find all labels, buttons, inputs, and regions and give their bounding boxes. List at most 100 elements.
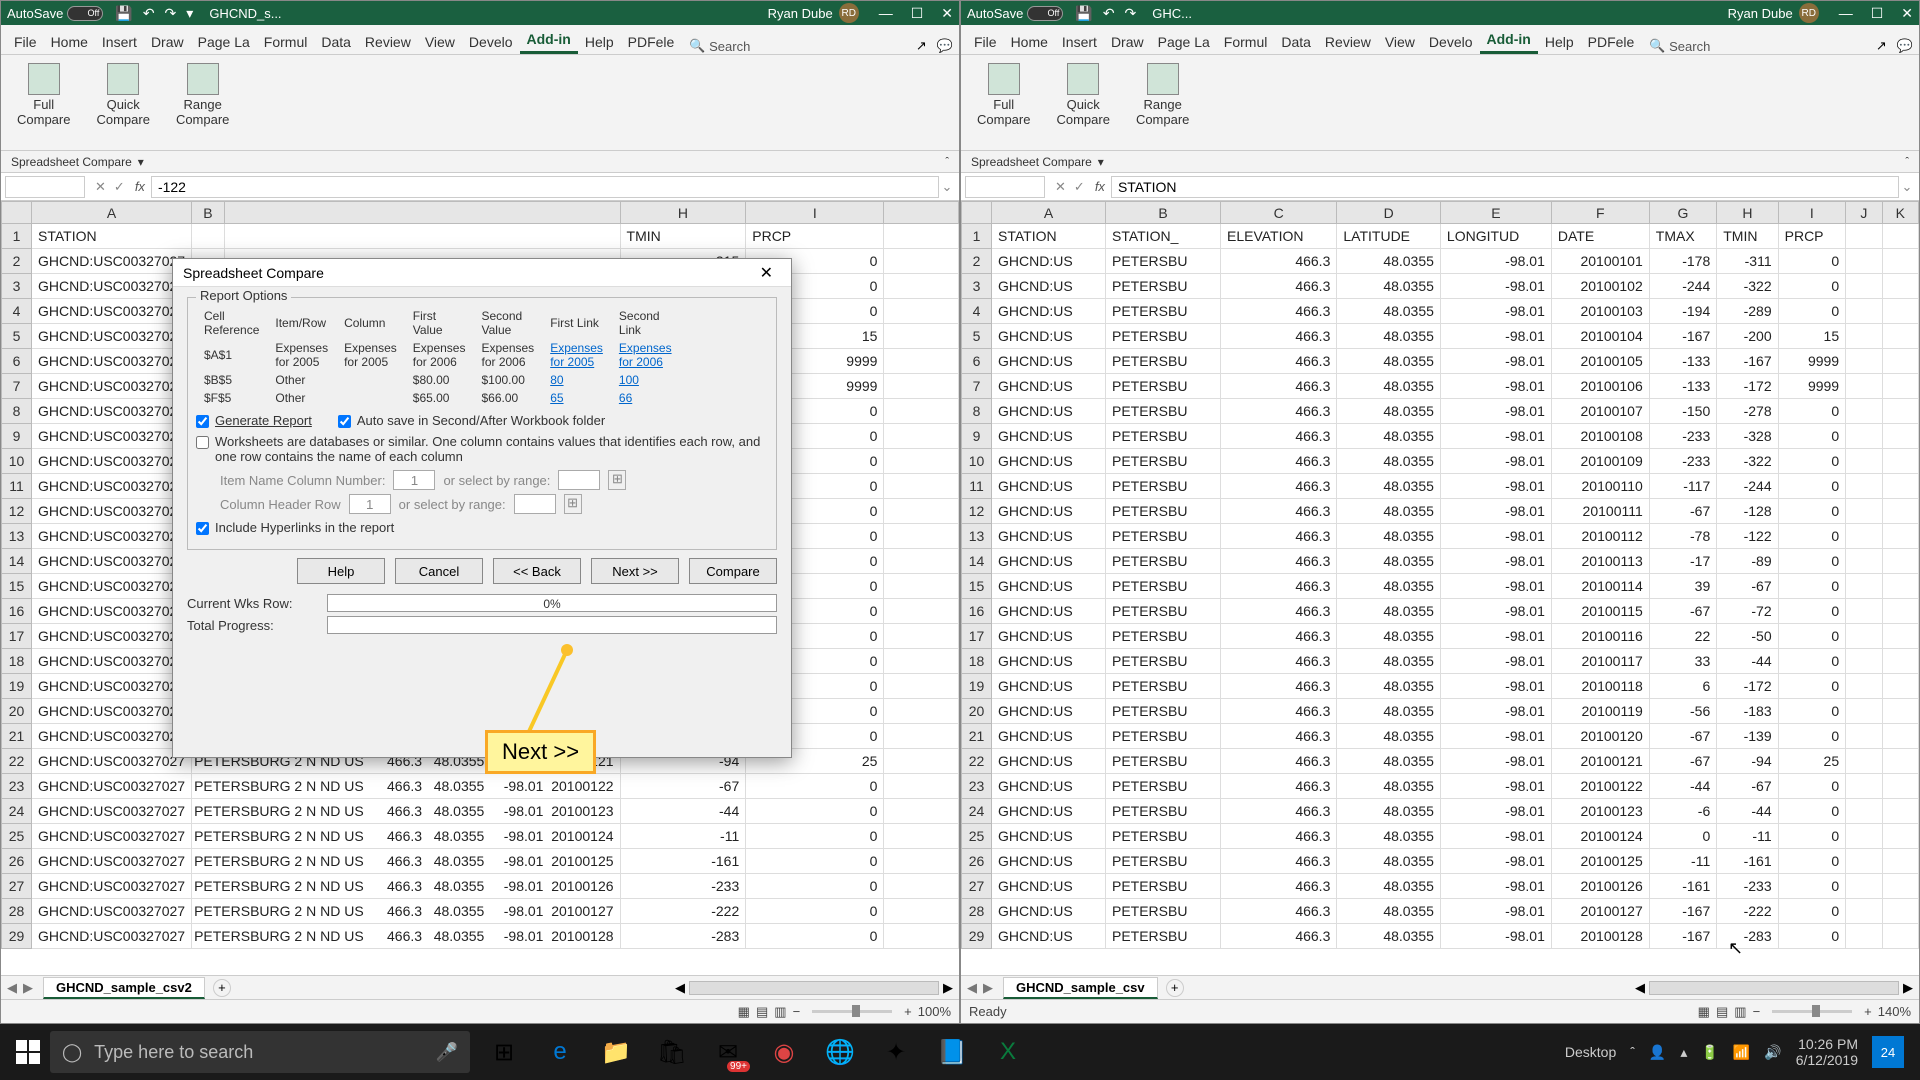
share-icon[interactable]: ↗ <box>1876 38 1887 54</box>
mail-icon[interactable]: ✉99+ <box>704 1028 752 1076</box>
table-row[interactable]: 17GHCND:USPETERSBU466.348.0355-98.012010… <box>962 624 1919 649</box>
col-header[interactable]: D <box>1337 202 1441 224</box>
ribbon-full-compare[interactable]: FullCompare <box>11 61 76 144</box>
table-row[interactable]: 26GHCND:USPETERSBU466.348.0355-98.012010… <box>962 849 1919 874</box>
share-icon[interactable]: ↗ <box>916 38 927 54</box>
help-button[interactable]: Help <box>297 558 385 584</box>
table-row[interactable]: 16GHCND:USPETERSBU466.348.0355-98.012010… <box>962 599 1919 624</box>
notification-icon[interactable]: 24 <box>1872 1036 1904 1068</box>
ribbon-tab-review[interactable]: Review <box>358 30 418 54</box>
col-header[interactable]: I <box>1778 202 1845 224</box>
ribbon-tab-develo[interactable]: Develo <box>462 30 520 54</box>
view-break-icon[interactable]: ▥ <box>774 1004 786 1020</box>
autosave-second-checkbox[interactable] <box>338 415 351 428</box>
table-row[interactable]: 8GHCND:USPETERSBU466.348.0355-98.0120100… <box>962 399 1919 424</box>
sheet-tab-left[interactable]: GHCND_sample_csv2 <box>43 977 205 999</box>
formula-input-right[interactable] <box>1111 176 1899 198</box>
expand-formula-icon[interactable]: ⌄ <box>939 179 955 195</box>
app3-icon[interactable]: 📘 <box>928 1028 976 1076</box>
clock[interactable]: 10:26 PM 6/12/2019 <box>1796 1036 1858 1068</box>
add-sheet-button[interactable]: + <box>213 979 231 997</box>
table-row[interactable]: 13GHCND:USPETERSBU466.348.0355-98.012010… <box>962 524 1919 549</box>
ribbon-tab-draw[interactable]: Draw <box>144 30 191 54</box>
range-picker-icon[interactable]: ⊞ <box>564 494 582 514</box>
ribbon-tab-file[interactable]: File <box>967 30 1004 54</box>
app-icon[interactable]: ◉ <box>760 1028 808 1076</box>
autosave-toggle-r[interactable]: Off <box>1027 6 1063 21</box>
view-normal-icon[interactable]: ▦ <box>738 1004 750 1020</box>
table-row[interactable]: 2GHCND:USPETERSBU466.348.0355-98.0120100… <box>962 249 1919 274</box>
enter-fx-icon[interactable]: ✓ <box>1074 179 1085 195</box>
people-icon[interactable]: 👤 <box>1649 1044 1666 1061</box>
undo-icon[interactable]: ↶ <box>1103 5 1115 22</box>
ribbon-tab-view[interactable]: View <box>418 30 462 54</box>
ribbon-tab-add-in[interactable]: Add-in <box>520 27 578 54</box>
table-row[interactable]: 20GHCND:USPETERSBU466.348.0355-98.012010… <box>962 699 1919 724</box>
search-icon[interactable]: 🔍 <box>1649 38 1665 54</box>
table-row[interactable]: 4GHCND:USPETERSBU466.348.0355-98.0120100… <box>962 299 1919 324</box>
cancel-fx-icon[interactable]: ✕ <box>95 179 106 195</box>
zoom-level-right[interactable]: 140% <box>1878 1004 1911 1019</box>
worksheets-db-checkbox[interactable] <box>196 436 209 449</box>
comments-icon[interactable]: 💬 <box>1897 38 1913 54</box>
edge-icon[interactable]: e <box>536 1028 584 1076</box>
sheet-next-icon[interactable]: ▶ <box>23 980 33 996</box>
user-badge-right[interactable]: RD <box>1799 3 1819 23</box>
enter-fx-icon[interactable]: ✓ <box>114 179 125 195</box>
ribbon-range-compare[interactable]: RangeCompare <box>170 61 235 144</box>
col-header[interactable]: A <box>992 202 1106 224</box>
taskbar-search[interactable]: ◯ Type here to search 🎤 <box>50 1031 470 1073</box>
close-icon[interactable]: ✕ <box>941 5 953 22</box>
view-break-icon[interactable]: ▥ <box>1734 1004 1746 1020</box>
ribbon-tab-home[interactable]: Home <box>44 30 95 54</box>
ribbon-tab-pdfele[interactable]: PDFele <box>621 30 682 54</box>
name-box-left[interactable] <box>5 176 85 198</box>
generate-report-checkbox[interactable] <box>196 415 209 428</box>
table-row[interactable]: 11GHCND:USPETERSBU466.348.0355-98.012010… <box>962 474 1919 499</box>
tray-expand-icon[interactable]: ˆ <box>1630 1044 1635 1060</box>
header-cell[interactable]: STATION_ <box>1105 224 1220 249</box>
ribbon-tab-home[interactable]: Home <box>1004 30 1055 54</box>
table-row[interactable]: 7GHCND:USPETERSBU466.348.0355-98.0120100… <box>962 374 1919 399</box>
col-header[interactable]: F <box>1551 202 1649 224</box>
redo-icon[interactable]: ↷ <box>165 5 177 22</box>
fx-icon[interactable]: fx <box>1095 179 1105 194</box>
chrome-icon[interactable]: 🌐 <box>816 1028 864 1076</box>
ribbon-tab-draw[interactable]: Draw <box>1104 30 1151 54</box>
qat-icon[interactable]: ▾ <box>186 5 193 22</box>
formula-input-left[interactable] <box>151 176 939 198</box>
battery-icon[interactable]: 🔋 <box>1701 1044 1718 1061</box>
ribbon-tab-help[interactable]: Help <box>1538 30 1581 54</box>
explorer-icon[interactable]: 📁 <box>592 1028 640 1076</box>
ribbon-tab-data[interactable]: Data <box>1274 30 1318 54</box>
row-header[interactable]: 1 <box>962 224 992 249</box>
col-header[interactable]: B <box>1105 202 1220 224</box>
table-row[interactable]: 22GHCND:USPETERSBU466.348.0355-98.012010… <box>962 749 1919 774</box>
table-row[interactable]: 27GHCND:USPETERSBU466.348.0355-98.012010… <box>962 874 1919 899</box>
include-hyperlinks-checkbox[interactable] <box>196 522 209 535</box>
mic-icon[interactable]: 🎤 <box>436 1042 458 1063</box>
ribbon-tab-develo[interactable]: Develo <box>1422 30 1480 54</box>
view-normal-icon[interactable]: ▦ <box>1698 1004 1710 1020</box>
table-row[interactable]: 28GHCND:USC00327027PETERSBURG 2 N ND US … <box>2 899 959 924</box>
ribbon-tab-pagela[interactable]: Page La <box>191 30 257 54</box>
hscroll-right-icon[interactable]: ▶ <box>1903 980 1913 996</box>
view-page-icon[interactable]: ▤ <box>1716 1004 1728 1020</box>
table-row[interactable]: 23GHCND:USC00327027PETERSBURG 2 N ND US … <box>2 774 959 799</box>
cancel-button[interactable]: Cancel <box>395 558 483 584</box>
table-row[interactable]: 29GHCND:USPETERSBU466.348.0355-98.012010… <box>962 924 1919 949</box>
header-cell[interactable]: PRCP <box>1778 224 1845 249</box>
minimize-icon[interactable]: — <box>879 5 893 22</box>
col-header[interactable]: K <box>1882 202 1918 224</box>
ribbon-collapse-icon[interactable]: ˆ <box>945 156 949 168</box>
table-row[interactable]: 9GHCND:USPETERSBU466.348.0355-98.0120100… <box>962 424 1919 449</box>
hscroll-left-icon[interactable]: ◀ <box>675 980 685 996</box>
back-button[interactable]: << Back <box>493 558 581 584</box>
ribbon-range-compare[interactable]: RangeCompare <box>1130 61 1195 144</box>
table-row[interactable]: 23GHCND:USPETERSBU466.348.0355-98.012010… <box>962 774 1919 799</box>
zoom-slider[interactable] <box>812 1010 892 1013</box>
table-row[interactable]: 21GHCND:USPETERSBU466.348.0355-98.012010… <box>962 724 1919 749</box>
table-row[interactable]: 14GHCND:USPETERSBU466.348.0355-98.012010… <box>962 549 1919 574</box>
col-header[interactable]: H <box>1717 202 1778 224</box>
header-cell[interactable]: LATITUDE <box>1337 224 1441 249</box>
